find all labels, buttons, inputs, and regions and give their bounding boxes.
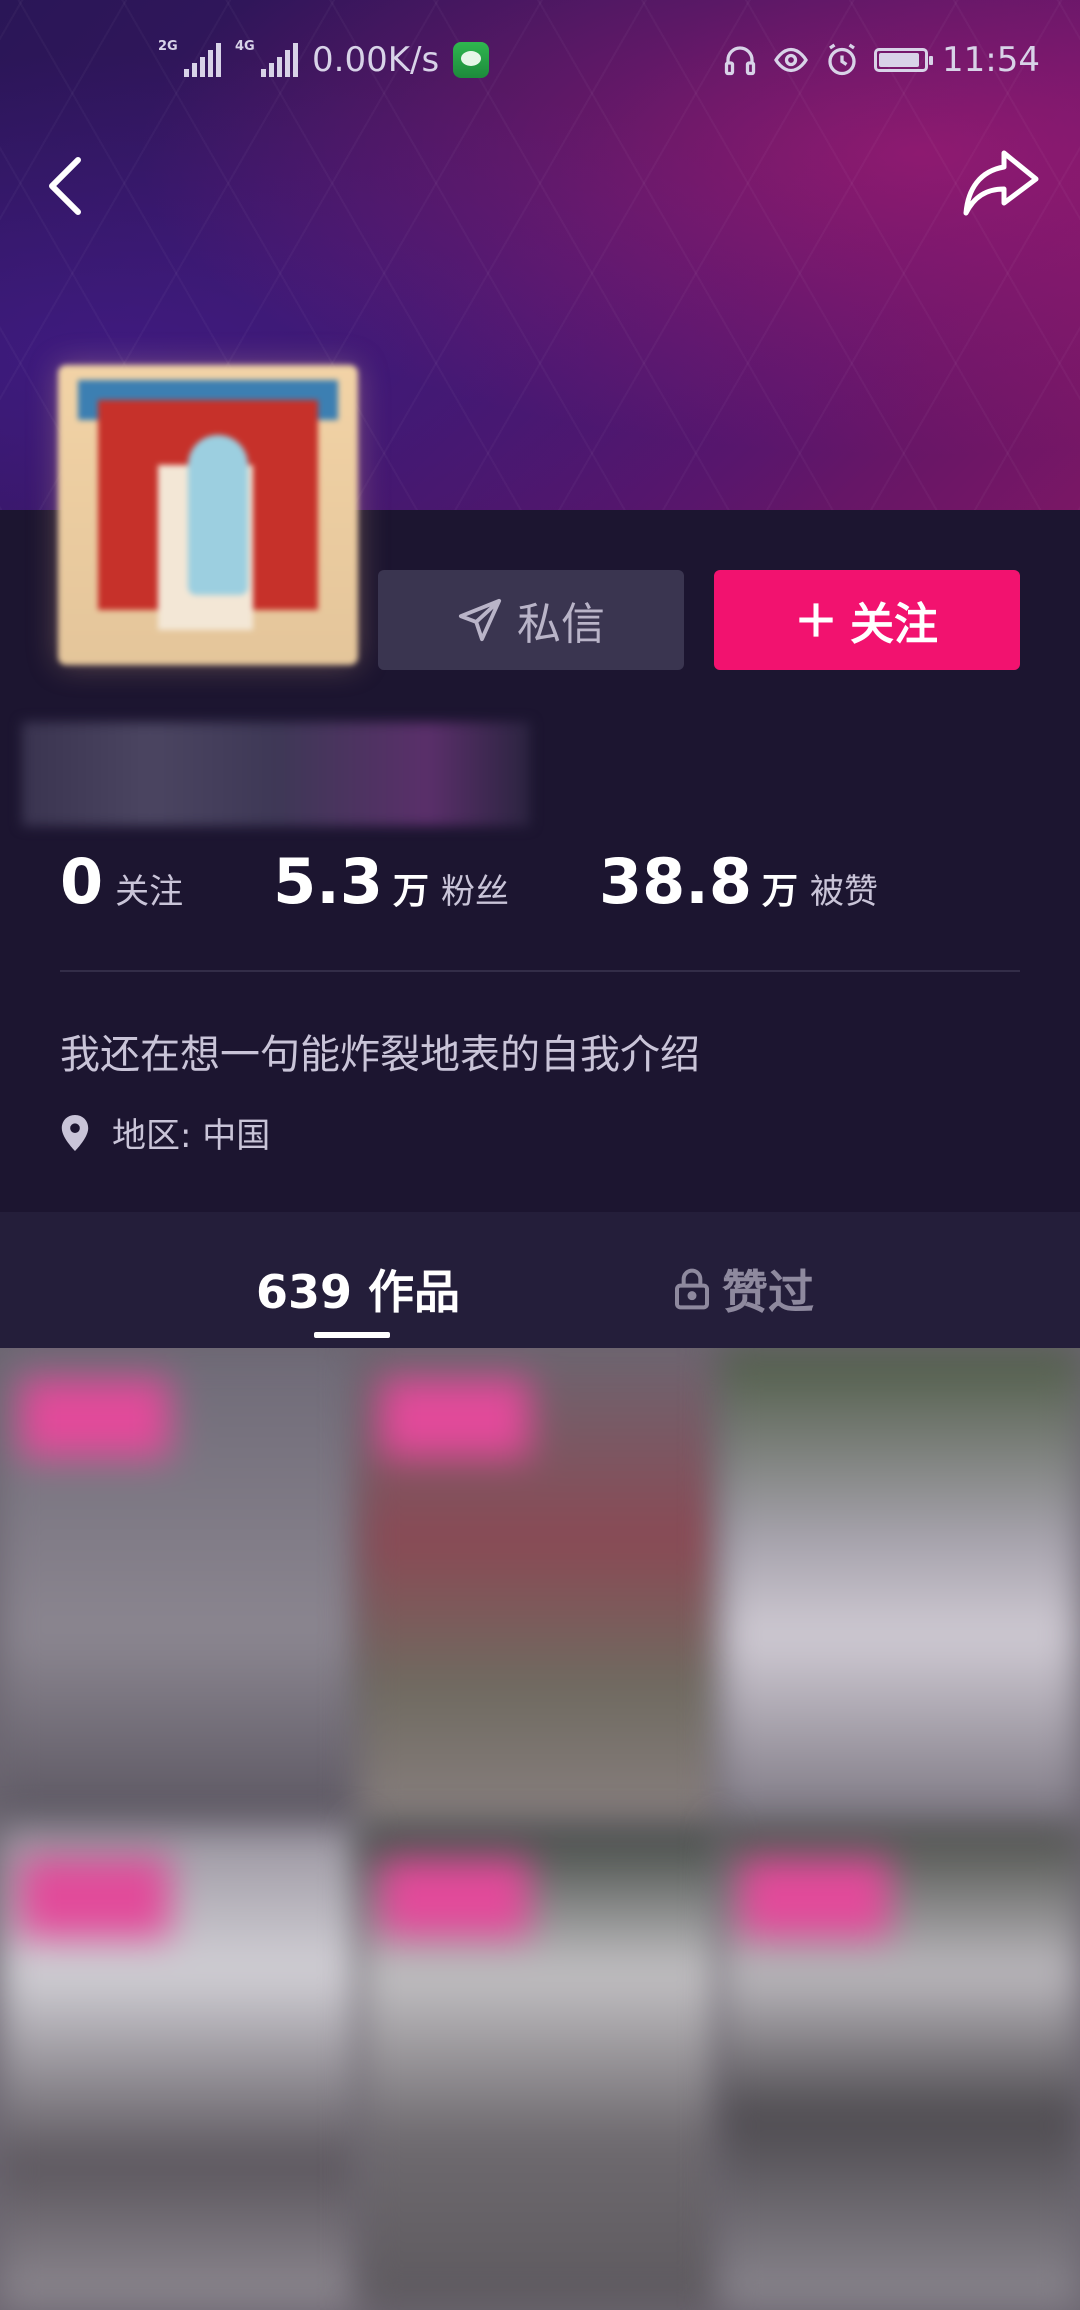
headphones-icon: [724, 46, 756, 76]
following-label[interactable]: 关注: [115, 864, 183, 913]
signal-4g-icon: 4G: [235, 39, 298, 77]
battery-icon: [874, 48, 934, 72]
video-thumbnail[interactable]: [0, 1828, 360, 2308]
share-arrow-icon[interactable]: [960, 145, 1040, 220]
active-tab-indicator: [314, 1332, 390, 1338]
video-thumbnail[interactable]: [0, 1348, 360, 1828]
bio-text: 我还在想一句能炸裂地表的自我介绍: [60, 1032, 700, 1078]
avatar[interactable]: [58, 365, 358, 665]
signal-4g-label: 4G: [235, 39, 255, 54]
eye-icon: [774, 47, 808, 73]
paper-plane-icon: [458, 598, 502, 642]
fans-unit: 万: [392, 871, 429, 912]
tab-liked[interactable]: 赞过: [672, 1256, 814, 1322]
likes-label: 被赞: [810, 872, 878, 912]
video-thumbnail[interactable]: [720, 1348, 1080, 1828]
signal-2g-label: 2G: [158, 39, 178, 54]
tab-works-label: 639 作品: [256, 1265, 461, 1319]
signal-2g-icon: 2G: [158, 39, 221, 77]
profile-stats: 0 关注 5.3 万 粉丝 38.8 万 被赞: [60, 845, 878, 918]
nickname-blurred: [22, 722, 530, 826]
content-tabs: 639 作品 赞过: [0, 1212, 1080, 1348]
region-text: 地区: 中国: [112, 1116, 271, 1156]
tab-works[interactable]: 639 作品: [256, 1256, 460, 1322]
location-pin-icon: [61, 1114, 89, 1151]
region-row: 地区: 中国: [60, 1108, 270, 1157]
likes-unit: 万: [761, 871, 798, 912]
following-count[interactable]: 0: [60, 845, 103, 918]
tab-liked-label: 赞过: [722, 1265, 814, 1319]
lock-icon: [675, 1268, 709, 1310]
clock: 11:54: [942, 40, 1040, 80]
alarm-icon: [828, 43, 856, 76]
follow-button[interactable]: 关注: [714, 570, 1020, 670]
video-thumbnail[interactable]: [720, 1828, 1080, 2308]
chevron-left-icon[interactable]: [38, 150, 98, 220]
follow-button-label: 关注: [850, 599, 938, 650]
wechat-notification-icon: [453, 42, 490, 78]
stats-divider: [60, 970, 1020, 972]
fans-label[interactable]: 粉丝: [441, 864, 509, 913]
network-speed: 0.00K/s: [312, 40, 440, 80]
video-thumbnail[interactable]: [360, 1348, 720, 1828]
video-thumbnail[interactable]: [360, 1828, 720, 2308]
plus-icon: [799, 603, 833, 637]
message-button-label: 私信: [517, 599, 605, 650]
likes-count: 38.8: [599, 845, 752, 918]
video-grid: [0, 1348, 1080, 2310]
status-bar: 2G 4G 0.00K/s 11:54: [0, 0, 1080, 125]
message-button[interactable]: 私信: [378, 570, 684, 670]
fans-count[interactable]: 5.3: [273, 845, 383, 918]
